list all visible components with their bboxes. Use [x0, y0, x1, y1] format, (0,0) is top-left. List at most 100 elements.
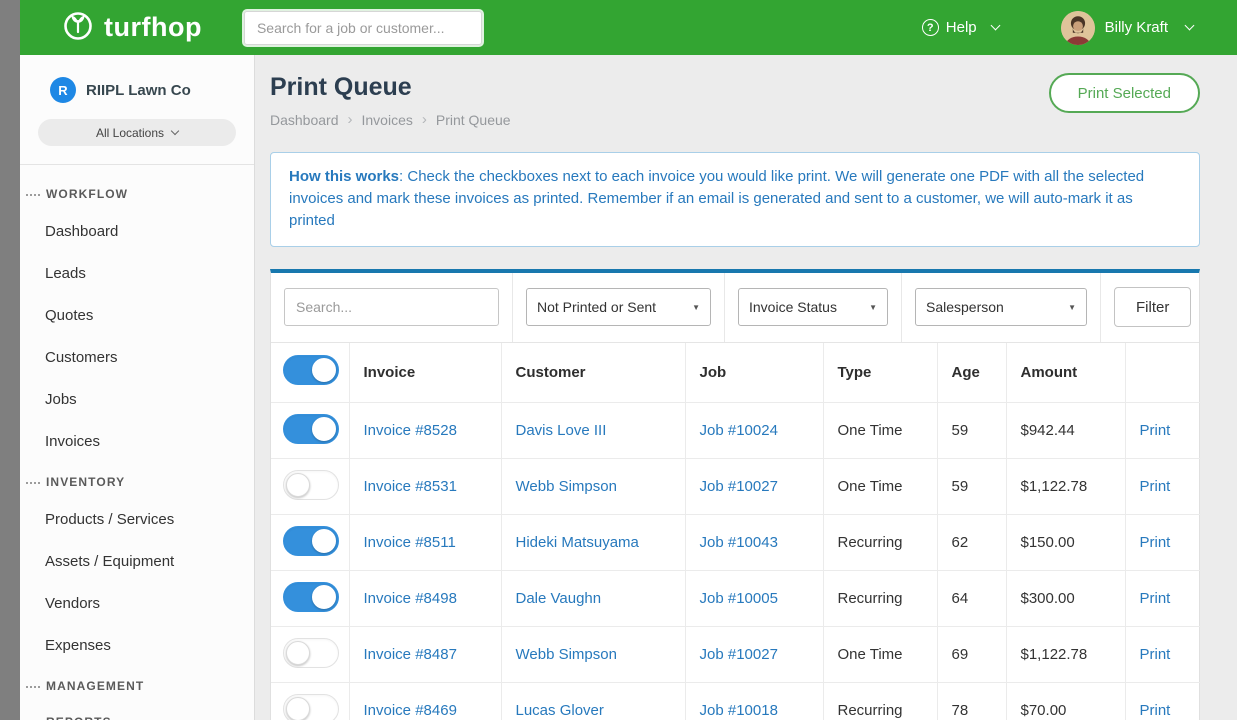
breadcrumb-print-queue: Print Queue	[436, 112, 511, 128]
print-link[interactable]: Print	[1140, 702, 1171, 719]
invoice-select-toggle[interactable]	[283, 526, 339, 556]
toggle-knob	[312, 529, 336, 553]
nav-section-label: WORKFLOW	[46, 187, 128, 202]
invoice-link[interactable]: Invoice #8528	[364, 422, 457, 439]
section-dashes-icon	[26, 194, 40, 196]
invoice-select-toggle[interactable]	[283, 470, 339, 500]
col-header-invoice: Invoice	[349, 343, 501, 403]
user-menu[interactable]: Billy Kraft	[1061, 11, 1193, 45]
invoice-amount: $150.00	[1006, 515, 1125, 571]
col-header-amount: Amount	[1006, 343, 1125, 403]
print-link[interactable]: Print	[1140, 590, 1171, 607]
invoice-link[interactable]: Invoice #8531	[364, 478, 457, 495]
sidebar-item-leads[interactable]: Leads	[20, 253, 254, 295]
nav-section-label: INVENTORY	[46, 475, 125, 490]
sidebar-item-assets-equipment[interactable]: Assets / Equipment	[20, 541, 254, 583]
invoice-type: Recurring	[823, 683, 937, 720]
table-row: Invoice #8487 Webb Simpson Job #10027 On…	[271, 627, 1201, 683]
sidebar-item-expenses[interactable]: Expenses	[20, 625, 254, 667]
print-link[interactable]: Print	[1140, 478, 1171, 495]
sidebar-item-invoices[interactable]: Invoices	[20, 421, 254, 463]
customer-link[interactable]: Lucas Glover	[516, 702, 604, 719]
print-selected-button[interactable]: Print Selected	[1049, 73, 1200, 113]
invoice-link[interactable]: Invoice #8498	[364, 590, 457, 607]
table-row: Invoice #8528 Davis Love III Job #10024 …	[271, 403, 1201, 459]
customer-link[interactable]: Webb Simpson	[516, 478, 617, 495]
toggle-knob	[312, 417, 336, 441]
printed-status-value: Not Printed or Sent	[537, 299, 656, 315]
invoice-select-toggle[interactable]	[283, 638, 339, 668]
sidebar-item-vendors[interactable]: Vendors	[20, 583, 254, 625]
table-search-input[interactable]	[284, 288, 499, 326]
invoice-select-toggle[interactable]	[283, 582, 339, 612]
invoice-age: 64	[937, 571, 1006, 627]
nav-section-management: MANAGEMENT	[20, 667, 254, 703]
global-search-input[interactable]	[244, 11, 482, 45]
sidebar-item-quotes[interactable]: Quotes	[20, 295, 254, 337]
customer-link[interactable]: Webb Simpson	[516, 646, 617, 663]
app-body: R RIIPL Lawn Co All Locations WORKFLOW D…	[20, 55, 1237, 720]
page-head: Print Queue Dashboard › Invoices › Print…	[270, 73, 1200, 128]
company-logo-icon: R	[50, 77, 76, 103]
location-selector[interactable]: All Locations	[38, 119, 236, 146]
customer-link[interactable]: Dale Vaughn	[516, 590, 602, 607]
invoice-select-toggle[interactable]	[283, 694, 339, 720]
invoice-link[interactable]: Invoice #8487	[364, 646, 457, 663]
breadcrumb-invoices[interactable]: Invoices	[362, 112, 413, 128]
invoice-status-select[interactable]: Invoice Status ▼	[738, 288, 888, 326]
company-header[interactable]: R RIIPL Lawn Co	[20, 55, 254, 117]
invoice-amount: $300.00	[1006, 571, 1125, 627]
invoice-type: Recurring	[823, 571, 937, 627]
turfhop-logo-icon	[60, 7, 96, 48]
caret-down-icon: ▼	[1068, 303, 1076, 312]
filter-printed-cell: Not Printed or Sent ▼	[513, 273, 725, 342]
job-link[interactable]: Job #10027	[700, 646, 778, 663]
user-avatar	[1061, 11, 1095, 45]
breadcrumb-dashboard[interactable]: Dashboard	[270, 112, 339, 128]
invoice-link[interactable]: Invoice #8469	[364, 702, 457, 719]
job-link[interactable]: Job #10027	[700, 478, 778, 495]
app-window: turfhop ? Help	[20, 0, 1237, 720]
section-dashes-icon	[26, 482, 40, 484]
sidebar-item-dashboard[interactable]: Dashboard	[20, 211, 254, 253]
col-header-job: Job	[685, 343, 823, 403]
sidebar-item-jobs[interactable]: Jobs	[20, 379, 254, 421]
toggle-knob	[286, 641, 310, 665]
toggle-knob	[312, 585, 336, 609]
printed-status-select[interactable]: Not Printed or Sent ▼	[526, 288, 711, 326]
toggle-knob	[286, 473, 310, 497]
brand-logo[interactable]: turfhop	[60, 7, 202, 48]
invoice-type: One Time	[823, 627, 937, 683]
invoice-type: Recurring	[823, 515, 937, 571]
chevron-down-icon	[171, 127, 179, 135]
filter-button[interactable]: Filter	[1114, 287, 1191, 327]
help-menu[interactable]: ? Help	[922, 19, 999, 36]
print-link[interactable]: Print	[1140, 534, 1171, 551]
info-text: : Check the checkboxes next to each invo…	[289, 168, 1144, 229]
invoice-select-toggle[interactable]	[283, 414, 339, 444]
job-link[interactable]: Job #10018	[700, 702, 778, 719]
select-all-toggle[interactable]	[283, 355, 339, 385]
caret-down-icon: ▼	[692, 303, 700, 312]
job-link[interactable]: Job #10024	[700, 422, 778, 439]
caret-down-icon: ▼	[869, 303, 877, 312]
invoice-status-value: Invoice Status	[749, 299, 837, 315]
toggle-knob	[286, 697, 310, 720]
job-link[interactable]: Job #10005	[700, 590, 778, 607]
section-dashes-icon	[26, 686, 40, 688]
print-link[interactable]: Print	[1140, 646, 1171, 663]
chevron-down-icon	[1185, 21, 1195, 31]
customer-link[interactable]: Hideki Matsuyama	[516, 534, 639, 551]
customer-link[interactable]: Davis Love III	[516, 422, 607, 439]
salesperson-select[interactable]: Salesperson ▼	[915, 288, 1087, 326]
title-block: Print Queue Dashboard › Invoices › Print…	[270, 73, 511, 128]
sidebar-item-customers[interactable]: Customers	[20, 337, 254, 379]
sidebar: R RIIPL Lawn Co All Locations WORKFLOW D…	[20, 55, 255, 720]
sidebar-item-products-services[interactable]: Products / Services	[20, 499, 254, 541]
invoice-link[interactable]: Invoice #8511	[364, 534, 456, 551]
topbar: turfhop ? Help	[20, 0, 1237, 55]
invoice-age: 59	[937, 403, 1006, 459]
invoice-age: 69	[937, 627, 1006, 683]
print-link[interactable]: Print	[1140, 422, 1171, 439]
job-link[interactable]: Job #10043	[700, 534, 778, 551]
